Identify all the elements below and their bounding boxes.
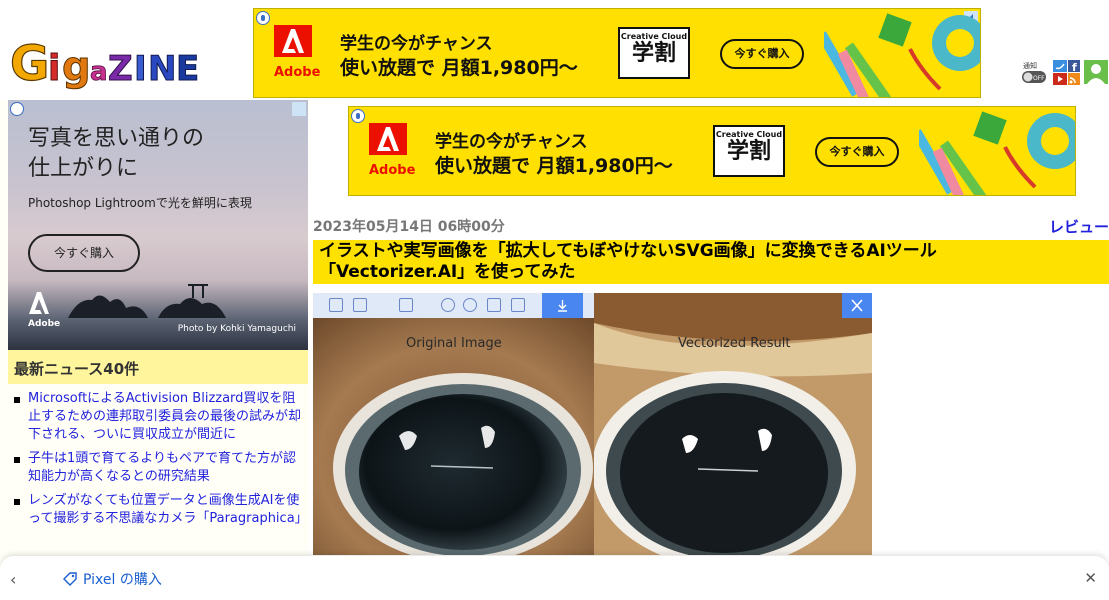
header-ad-banner[interactable]: Adobe 学生の今がチャンス 使い放題で 月額1,980円〜 Creative… (253, 8, 981, 98)
svg-text:G: G (10, 36, 49, 90)
list-item: MicrosoftによるActivision Blizzard買収を阻止するため… (8, 390, 308, 444)
photo-credit: Photo by Kohki Yamaguchi (177, 324, 296, 334)
ad-info-icon[interactable] (256, 11, 270, 25)
close-icon[interactable]: ✕ (1084, 569, 1097, 587)
ad-info-icon[interactable] (10, 102, 24, 116)
svg-text:通知: 通知 (1023, 61, 1037, 70)
headline-line2: 仕上がりに (28, 156, 139, 181)
ad-buy-button[interactable]: 今すぐ購入 (720, 39, 804, 69)
vectorized-image: Vectorized Result (594, 293, 872, 555)
latest-news-heading: 最新ニュース40件 (8, 350, 308, 384)
main-content: Adobe 学生の今がチャンス 使い放題で 月額1,980円〜 Creative… (309, 100, 1109, 600)
adobe-logo-icon (369, 123, 407, 155)
shopping-bottom-bar: ‹ Pixel の購入 ✕ (0, 556, 1109, 600)
rss-icon[interactable] (1068, 73, 1080, 85)
facebook-icon[interactable]: f (1068, 60, 1080, 72)
latest-news-heading-text: 最新ニュース40件 (14, 360, 140, 378)
vectorized-image-label: Vectorized Result (678, 336, 791, 351)
adobe-wordmark: Adobe (28, 319, 61, 329)
news-link[interactable]: MicrosoftによるActivision Blizzard買収を阻止するため… (28, 391, 301, 442)
ad-line1: 学生の今がチャンス (340, 34, 493, 54)
article-figure: Original Image Vectorized Result (313, 293, 872, 555)
stationery-illustration-icon (824, 13, 980, 97)
ad-line2: 使い放題で 月額1,980円〜 (340, 57, 578, 79)
sidebar-ad[interactable]: 写真を思い通りの 仕上がりに Photoshop Lightroomで光を鮮明に… (8, 100, 308, 350)
article-date: 2023年05月14日 06時00分 (313, 219, 505, 235)
view-overlay-icon[interactable] (399, 298, 413, 312)
site-logo[interactable]: G i g a Z I N E (9, 28, 220, 92)
badge-top-text: Creative Cloud (715, 130, 783, 139)
sidebar-ad-subtext: Photoshop Lightroomで光を鮮明に表現 (28, 196, 252, 210)
svg-text:g: g (62, 44, 91, 90)
view-split-icon[interactable] (353, 298, 367, 312)
view-single-icon[interactable] (329, 298, 343, 312)
page: G i g a Z I N E Adobe 学生の今がチャンス 使い放題で 月額… (0, 0, 1109, 600)
user-icon[interactable] (1084, 60, 1108, 84)
tag-icon (63, 572, 77, 586)
pixel-purchase-link[interactable]: Pixel の購入 (83, 569, 162, 589)
creative-cloud-badge: Creative Cloud 学割 (713, 125, 785, 177)
svg-text:I: I (134, 49, 147, 89)
original-image-label: Original Image (406, 336, 502, 351)
list-item: レンズがなくても位置データと画像生成AIを使って撮影する不思議なカメラ「Para… (8, 492, 308, 528)
sidebar-ad-headline: 写真を思い通りの 仕上がりに (28, 124, 204, 184)
svg-text:OFF: OFF (1033, 75, 1045, 82)
news-link[interactable]: 子牛は1頭で育てるよりもペアで育てた方が認知能力が高くなるとの研究結果 (28, 451, 296, 484)
article-title-line2: 「Vectorizer.AI」を使ってみた (319, 262, 576, 282)
svg-text:f: f (1072, 61, 1077, 72)
adobe-wordmark: Adobe (274, 65, 321, 80)
badge-top-text: Creative Cloud (620, 32, 688, 41)
article-title-line1: イラストや実写画像を「拡大してもぼやけないSVG画像」に変換できるAIツール (319, 241, 937, 261)
ad-info-icon[interactable] (351, 109, 365, 123)
sidebar: 写真を思い通りの 仕上がりに Photoshop Lightroomで光を鮮明に… (0, 100, 309, 600)
close-icon (851, 299, 863, 312)
original-image: Original Image (313, 318, 594, 555)
latest-news-list: MicrosoftによるActivision Blizzard買収を阻止するため… (8, 390, 308, 534)
svg-text:a: a (90, 57, 108, 87)
zoom-in-icon[interactable] (441, 298, 455, 312)
notification-toggle-icon[interactable]: 通知 OFF (1021, 60, 1049, 86)
ad-line2: 使い放題で 月額1,980円〜 (435, 155, 673, 177)
cat-eye-original-image (313, 318, 594, 555)
creative-cloud-badge: Creative Cloud 学割 (618, 27, 690, 79)
list-item: 子牛は1頭で育てるよりもペアで育てた方が認知能力が高くなるとの研究結果 (8, 450, 308, 486)
stationery-illustration-icon (919, 111, 1075, 195)
adobe-logo-icon (29, 292, 49, 314)
fit-icon[interactable] (487, 298, 501, 312)
badge-main-text: 学割 (726, 139, 771, 164)
badge-main-text: 学割 (631, 41, 676, 66)
ad-choices-icon[interactable] (292, 102, 306, 116)
sidebar-ad-buy-button[interactable]: 今すぐ購入 (28, 234, 140, 272)
article-category-link[interactable]: レビュー (1049, 216, 1109, 237)
svg-text:N: N (148, 49, 176, 89)
main-ad-banner[interactable]: Adobe 学生の今がチャンス 使い放題で 月額1,980円〜 Creative… (348, 106, 1076, 196)
close-compare-button[interactable] (842, 293, 872, 318)
svg-text:E: E (176, 49, 199, 89)
adobe-logo-icon (274, 25, 312, 57)
article-title: イラストや実写画像を「拡大してもぼやけないSVG画像」に変換できるAIツール 「… (313, 240, 1109, 284)
gigazine-logo-graphic: G i g a Z I N E (9, 35, 199, 92)
download-icon (558, 300, 567, 312)
actual-size-icon[interactable] (511, 298, 525, 312)
headline-line1: 写真を思い通りの (28, 126, 205, 151)
youtube-icon[interactable] (1053, 73, 1067, 85)
site-header: G i g a Z I N E Adobe 学生の今がチャンス 使い放題で 月額… (0, 0, 1109, 100)
article-meta: 2023年05月14日 06時00分 レビュー (313, 216, 1109, 236)
svg-text:i: i (48, 48, 60, 89)
adobe-wordmark: Adobe (369, 163, 416, 178)
svg-text:Z: Z (108, 49, 133, 89)
header-icons: 通知 OFF f (1021, 60, 1109, 86)
zoom-out-icon[interactable] (463, 298, 477, 312)
chevron-left-icon[interactable]: ‹ (10, 570, 16, 589)
download-button[interactable] (542, 293, 583, 318)
news-link[interactable]: レンズがなくても位置データと画像生成AIを使って撮影する不思議なカメラ「Para… (28, 493, 308, 526)
twitter-icon[interactable] (1053, 60, 1067, 72)
ad-line1: 学生の今がチャンス (435, 132, 588, 152)
cat-eye-vectorized-image (594, 293, 872, 555)
ad-buy-button[interactable]: 今すぐ購入 (815, 137, 899, 167)
